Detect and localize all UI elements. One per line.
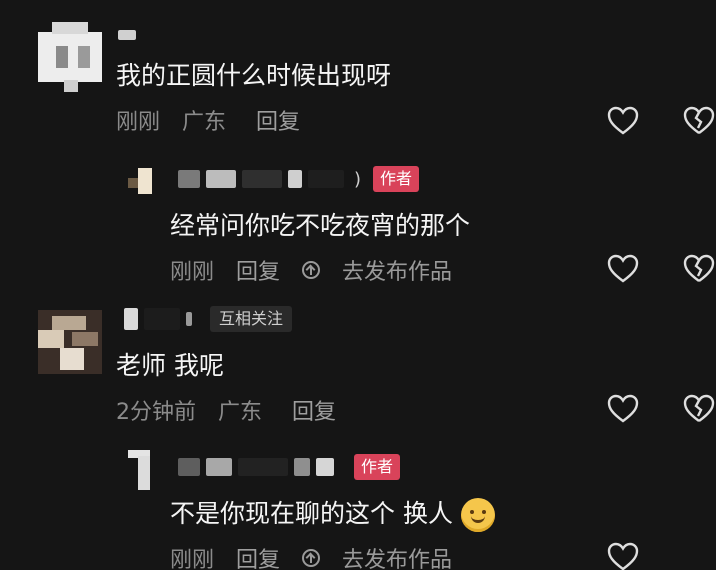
author-name[interactable]: ) 作者 xyxy=(178,164,420,194)
comment-time: 刚刚 xyxy=(116,110,161,135)
dislike-broken-heart-icon[interactable] xyxy=(682,392,716,426)
smiling-face-emoji xyxy=(460,498,495,532)
redacted-name xyxy=(316,458,334,476)
comment-time: 2分钟前 xyxy=(116,400,196,425)
user-avatar[interactable] xyxy=(38,310,102,374)
author-avatar[interactable] xyxy=(128,166,156,196)
reply-button[interactable]: 回复 xyxy=(236,542,280,570)
redacted-name xyxy=(124,308,138,330)
comment-time: 刚刚 xyxy=(170,548,215,570)
redacted-name xyxy=(178,458,200,476)
comment-text: 经常问你吃不吃夜宵的那个 xyxy=(170,211,471,240)
comment-location: 广东 xyxy=(218,400,263,425)
reply-item: ) 作者 经常问你吃不吃夜宵的那个 刚刚 回复 去发布作品 xyxy=(0,150,716,300)
redacted-name xyxy=(206,170,236,188)
comment-meta: 刚刚 回复 去发布作品 xyxy=(170,542,496,570)
author-badge: 作者 xyxy=(373,166,420,192)
like-heart-icon[interactable] xyxy=(606,540,640,570)
username[interactable]: 互相关注 xyxy=(124,304,293,334)
publish-work-link[interactable]: 去发布作品 xyxy=(302,542,474,570)
reply-item: 作者 不是你现在聊的这个 换人 刚刚 回复 去发布作品 xyxy=(0,440,716,570)
redacted-name xyxy=(144,308,180,330)
redacted-name xyxy=(242,170,282,188)
dislike-broken-heart-icon[interactable] xyxy=(682,104,716,138)
comment-thread: 我的正圆什么时候出现呀 刚刚 广东 回复 ) 作者 经常问你吃不吃夜宵的那个 刚… xyxy=(0,0,716,570)
reply-button[interactable]: 回复 xyxy=(256,104,300,136)
publish-label: 去发布作品 xyxy=(342,260,453,285)
user-avatar[interactable] xyxy=(38,22,102,92)
comment-meta: 刚刚 广东 回复 xyxy=(116,104,322,136)
username[interactable] xyxy=(118,20,142,50)
redacted-name xyxy=(238,458,288,476)
comment-location: 广东 xyxy=(182,110,227,135)
redacted-name xyxy=(186,312,192,326)
comment-text: 不是你现在聊的这个 换人 xyxy=(170,494,495,532)
comment-meta: 2分钟前 广东 回复 xyxy=(116,394,358,426)
mutual-follow-badge: 互相关注 xyxy=(210,306,293,332)
reply-button[interactable]: 回复 xyxy=(236,254,280,286)
comment-time: 刚刚 xyxy=(170,260,215,285)
like-heart-icon[interactable] xyxy=(606,252,640,286)
comment-text-content: 不是你现在聊的这个 换人 xyxy=(170,499,453,528)
name-fragment: ) xyxy=(354,168,362,190)
like-heart-icon[interactable] xyxy=(606,104,640,138)
author-name[interactable]: 作者 xyxy=(178,452,401,482)
author-badge: 作者 xyxy=(354,454,401,480)
comment-meta: 刚刚 回复 去发布作品 xyxy=(170,254,496,286)
redacted-name xyxy=(294,458,310,476)
publish-work-link[interactable]: 去发布作品 xyxy=(302,254,474,286)
redacted-name xyxy=(118,30,136,40)
redacted-name xyxy=(308,170,344,188)
publish-label: 去发布作品 xyxy=(342,548,453,570)
comment-text: 我的正圆什么时候出现呀 xyxy=(116,61,392,90)
comment-item: 我的正圆什么时候出现呀 刚刚 广东 回复 xyxy=(0,0,716,150)
comment-text: 老师 我呢 xyxy=(116,351,224,380)
comment-item: 互相关注 老师 我呢 2分钟前 广东 回复 xyxy=(0,300,716,440)
like-heart-icon[interactable] xyxy=(606,392,640,426)
publish-upload-icon xyxy=(302,261,321,279)
author-avatar[interactable] xyxy=(124,448,154,492)
redacted-name xyxy=(178,170,200,188)
dislike-broken-heart-icon[interactable] xyxy=(682,252,716,286)
reply-button[interactable]: 回复 xyxy=(292,394,336,426)
publish-upload-icon xyxy=(302,549,321,567)
redacted-name xyxy=(288,170,302,188)
redacted-name xyxy=(206,458,232,476)
